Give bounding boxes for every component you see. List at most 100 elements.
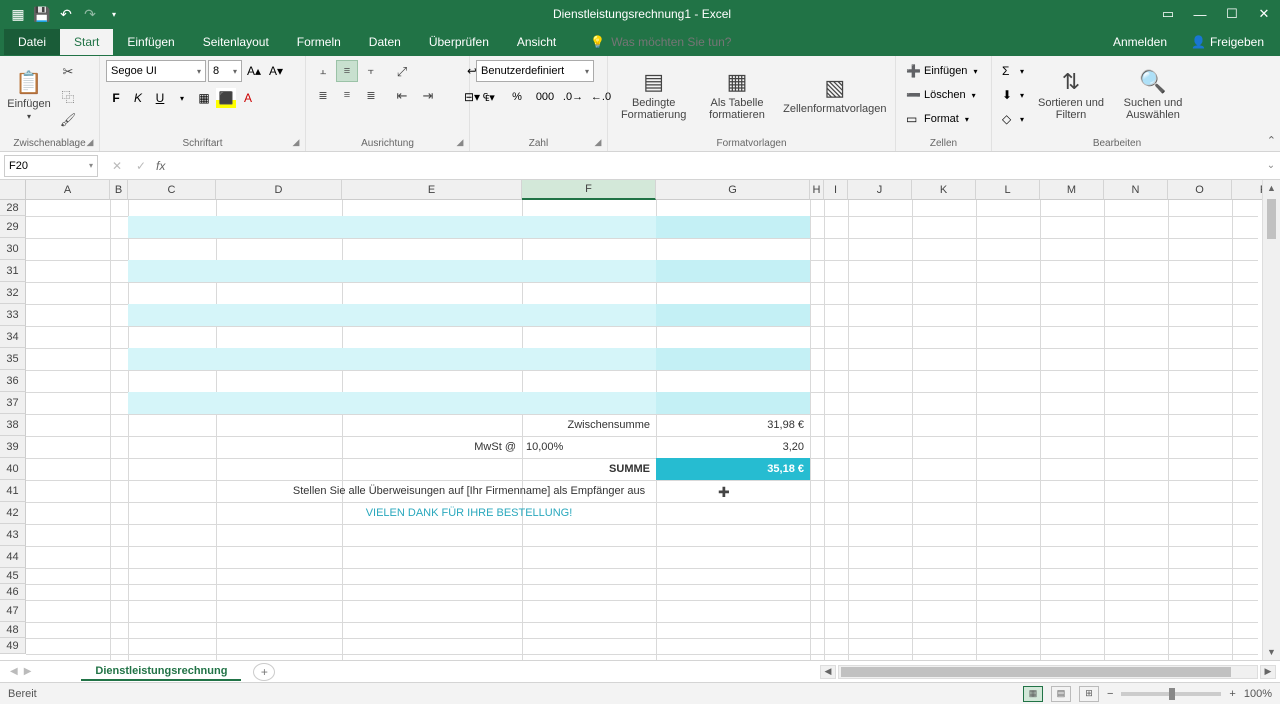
- percent-format-button[interactable]: %: [504, 86, 530, 108]
- scroll-up-button[interactable]: ▲: [1263, 180, 1280, 196]
- formula-input[interactable]: [171, 155, 1262, 177]
- tab-pagelayout[interactable]: Seitenlayout: [189, 29, 283, 55]
- qat-customize-icon[interactable]: ▾: [104, 4, 124, 24]
- page-break-view-button[interactable]: ⊞: [1079, 686, 1099, 702]
- row-header-49[interactable]: 49: [0, 638, 26, 654]
- tab-data[interactable]: Daten: [355, 29, 415, 55]
- font-launcher[interactable]: ◢: [290, 136, 302, 148]
- collapse-ribbon-button[interactable]: ⌃: [1267, 134, 1276, 147]
- col-header-K[interactable]: K: [912, 180, 976, 200]
- minimize-icon[interactable]: —: [1184, 0, 1216, 28]
- row-header-34[interactable]: 34: [0, 326, 26, 348]
- sheet-nav-prev-button[interactable]: ◀: [10, 666, 18, 677]
- close-icon[interactable]: ✕: [1248, 0, 1280, 28]
- italic-button[interactable]: K: [128, 88, 148, 108]
- col-header-G[interactable]: G: [656, 180, 810, 200]
- col-header-J[interactable]: J: [848, 180, 912, 200]
- redo-icon[interactable]: ↷: [80, 4, 100, 24]
- borders-button[interactable]: ▦: [194, 88, 214, 108]
- zoom-in-button[interactable]: +: [1229, 688, 1235, 700]
- align-center-button[interactable]: ≡: [336, 84, 358, 106]
- increase-font-button[interactable]: A▴: [244, 61, 264, 81]
- row-header-41[interactable]: 41: [0, 480, 26, 502]
- maximize-icon[interactable]: ☐: [1216, 0, 1248, 28]
- col-header-C[interactable]: C: [128, 180, 216, 200]
- save-icon[interactable]: 💾: [32, 4, 52, 24]
- row-header-28[interactable]: 28: [0, 200, 26, 216]
- align-top-button[interactable]: ⫠: [312, 60, 334, 82]
- row-header-48[interactable]: 48: [0, 622, 26, 638]
- tab-insert[interactable]: Einfügen: [113, 29, 188, 55]
- tellme-input[interactable]: [611, 35, 811, 49]
- row-header-42[interactable]: 42: [0, 502, 26, 524]
- delete-cells-button[interactable]: ➖Löschen▾: [902, 84, 981, 106]
- sort-filter-button[interactable]: ⇅ Sortieren und Filtern: [1032, 60, 1110, 130]
- sheet-nav-next-button[interactable]: ▶: [24, 666, 32, 677]
- vscroll-thumb[interactable]: [1267, 199, 1276, 239]
- decrease-indent-button[interactable]: ⇤: [390, 86, 414, 106]
- zoom-level[interactable]: 100%: [1244, 688, 1272, 700]
- row-header-36[interactable]: 36: [0, 370, 26, 392]
- clipboard-launcher[interactable]: ◢: [84, 136, 96, 148]
- scroll-down-button[interactable]: ▼: [1263, 644, 1280, 660]
- autosum-button[interactable]: Σ▾: [998, 60, 1028, 82]
- font-size-combo[interactable]: 8▾: [208, 60, 242, 82]
- col-header-H[interactable]: H: [810, 180, 824, 200]
- font-color-button[interactable]: A: [238, 88, 258, 108]
- row-header-46[interactable]: 46: [0, 584, 26, 600]
- tab-review[interactable]: Überprüfen: [415, 29, 503, 55]
- normal-view-button[interactable]: ▦: [1023, 686, 1043, 702]
- tab-view[interactable]: Ansicht: [503, 29, 570, 55]
- alignment-launcher[interactable]: ◢: [454, 136, 466, 148]
- hscroll-left-button[interactable]: ◀: [820, 665, 836, 679]
- col-header-A[interactable]: A: [26, 180, 110, 200]
- row-header-47[interactable]: 47: [0, 600, 26, 622]
- hscroll-thumb[interactable]: [841, 667, 1231, 677]
- tab-formulas[interactable]: Formeln: [283, 29, 355, 55]
- align-left-button[interactable]: ≣: [312, 84, 334, 106]
- col-header-I[interactable]: I: [824, 180, 848, 200]
- fx-icon[interactable]: fx: [156, 159, 171, 173]
- hscroll-right-button[interactable]: ▶: [1260, 665, 1276, 679]
- ribbon-display-icon[interactable]: ▭: [1152, 0, 1184, 28]
- align-middle-button[interactable]: ≡: [336, 60, 358, 82]
- col-header-E[interactable]: E: [342, 180, 522, 200]
- name-box[interactable]: F20 ▾: [4, 155, 98, 177]
- col-header-N[interactable]: N: [1104, 180, 1168, 200]
- fill-button[interactable]: ⬇▾: [998, 84, 1028, 106]
- col-header-L[interactable]: L: [976, 180, 1040, 200]
- underline-more-icon[interactable]: ▾: [172, 88, 192, 108]
- align-bottom-button[interactable]: ⫟: [360, 60, 382, 82]
- number-format-combo[interactable]: Benutzerdefiniert▾: [476, 60, 594, 82]
- cell-styles-button[interactable]: ▧ Zellenformatvorlagen: [781, 60, 889, 130]
- undo-icon[interactable]: ↶: [56, 4, 76, 24]
- zoom-out-button[interactable]: −: [1107, 688, 1113, 700]
- row-header-31[interactable]: 31: [0, 260, 26, 282]
- expand-formula-bar-button[interactable]: ⌄: [1262, 160, 1280, 171]
- increase-indent-button[interactable]: ⇥: [416, 86, 440, 106]
- col-header-M[interactable]: M: [1040, 180, 1104, 200]
- align-right-button[interactable]: ≣: [360, 84, 382, 106]
- vertical-scrollbar[interactable]: ▲ ▼: [1262, 180, 1280, 660]
- row-header-32[interactable]: 32: [0, 282, 26, 304]
- row-header-45[interactable]: 45: [0, 568, 26, 584]
- cut-button[interactable]: ✂: [56, 62, 80, 82]
- format-as-table-button[interactable]: ▦ Als Tabelle formatieren: [697, 60, 776, 130]
- tab-home[interactable]: Start: [60, 29, 113, 55]
- insert-cells-button[interactable]: ➕Einfügen▾: [902, 60, 981, 82]
- zoom-slider[interactable]: [1121, 692, 1221, 696]
- orientation-button[interactable]: ⤢: [390, 62, 414, 82]
- select-all-corner[interactable]: [0, 180, 26, 200]
- number-launcher[interactable]: ◢: [592, 136, 604, 148]
- row-header-40[interactable]: 40: [0, 458, 26, 480]
- col-header-F[interactable]: F: [522, 180, 656, 200]
- row-header-33[interactable]: 33: [0, 304, 26, 326]
- paste-button[interactable]: 📋 Einfügen ▾: [6, 60, 52, 130]
- horizontal-scrollbar[interactable]: [838, 665, 1258, 679]
- format-painter-button[interactable]: 🖌: [56, 110, 80, 130]
- decrease-font-button[interactable]: A▾: [266, 61, 286, 81]
- add-sheet-button[interactable]: +: [253, 663, 275, 681]
- conditional-formatting-button[interactable]: ▤ Bedingte Formatierung: [614, 60, 693, 130]
- row-header-30[interactable]: 30: [0, 238, 26, 260]
- row-header-35[interactable]: 35: [0, 348, 26, 370]
